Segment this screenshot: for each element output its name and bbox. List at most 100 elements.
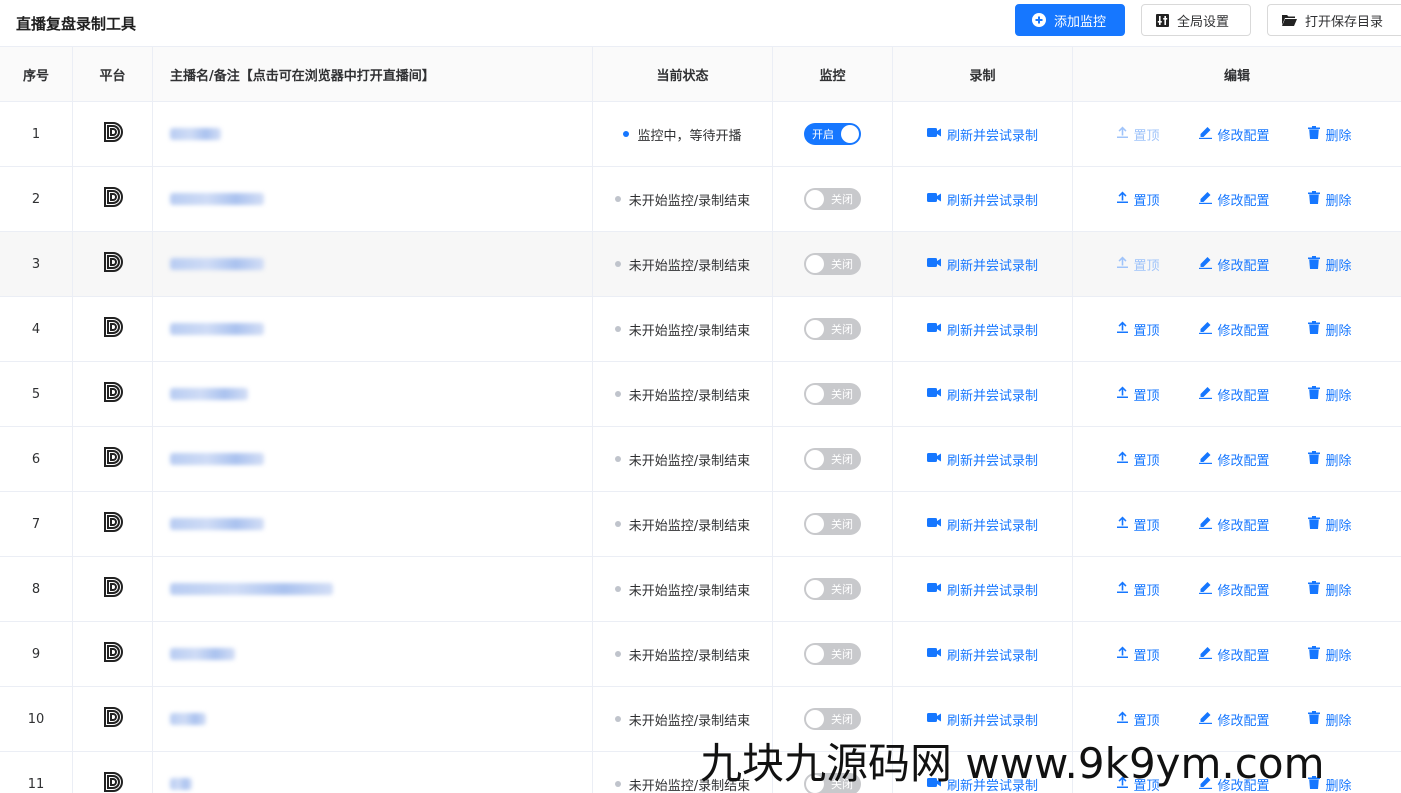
monitor-toggle[interactable]: 开启 xyxy=(804,123,861,145)
streamer-name-redacted[interactable] xyxy=(170,453,264,465)
pin-top-button[interactable]: 置顶 xyxy=(1116,515,1199,534)
edit-config-button[interactable]: 修改配置 xyxy=(1198,645,1308,664)
edit-config-button[interactable]: 修改配置 xyxy=(1198,190,1308,209)
edit-config-button[interactable]: 修改配置 xyxy=(1198,515,1308,534)
pencil-icon xyxy=(1198,711,1212,728)
open-save-dir-button[interactable]: 打开保存目录 xyxy=(1267,4,1401,36)
delete-button[interactable]: 删除 xyxy=(1307,125,1358,144)
refresh-record-button[interactable]: 刷新并尝试录制 xyxy=(926,645,1038,664)
monitor-toggle[interactable]: 关闭 xyxy=(804,318,861,340)
watermark: 九块九源码网 www.9k9ym.com xyxy=(700,739,1325,788)
delete-button[interactable]: 删除 xyxy=(1307,580,1358,599)
pin-top-button[interactable]: 置顶 xyxy=(1116,450,1199,469)
monitor-toggle[interactable]: 关闭 xyxy=(804,513,861,535)
streamer-name-cell[interactable] xyxy=(153,102,593,166)
status-cell: 未开始监控/录制结束 xyxy=(593,297,773,361)
row-index: 9 xyxy=(0,622,73,686)
video-camera-icon xyxy=(926,387,941,402)
video-camera-icon xyxy=(926,452,941,467)
streamer-name-cell[interactable] xyxy=(153,557,593,621)
global-settings-button[interactable]: 全局设置 xyxy=(1141,4,1251,36)
edit-config-button[interactable]: 修改配置 xyxy=(1198,255,1308,274)
platform-cell xyxy=(73,622,153,686)
edit-config-button[interactable]: 修改配置 xyxy=(1198,710,1308,729)
delete-button[interactable]: 删除 xyxy=(1307,255,1358,274)
pin-top-button[interactable]: 置顶 xyxy=(1116,710,1199,729)
pin-top-button[interactable]: 置顶 xyxy=(1116,255,1199,274)
streamer-name-redacted[interactable] xyxy=(170,518,264,530)
refresh-record-button[interactable]: 刷新并尝试录制 xyxy=(926,320,1038,339)
streamer-name-cell[interactable] xyxy=(153,427,593,491)
pin-top-button[interactable]: 置顶 xyxy=(1116,125,1199,144)
status-dot-icon xyxy=(614,781,621,787)
platform-cell xyxy=(73,557,153,621)
edit-config-button[interactable]: 修改配置 xyxy=(1198,450,1308,469)
streamer-name-cell[interactable] xyxy=(153,752,593,793)
edit-config-label: 修改配置 xyxy=(1217,453,1270,469)
delete-button[interactable]: 删除 xyxy=(1307,385,1358,404)
streamer-name-redacted[interactable] xyxy=(170,713,206,725)
edit-config-button[interactable]: 修改配置 xyxy=(1198,385,1308,404)
refresh-record-button[interactable]: 刷新并尝试录制 xyxy=(926,450,1038,469)
streamer-name-redacted[interactable] xyxy=(170,128,221,140)
refresh-record-button[interactable]: 刷新并尝试录制 xyxy=(926,385,1038,404)
streamer-name-cell[interactable] xyxy=(153,622,593,686)
monitor-toggle[interactable]: 关闭 xyxy=(804,188,861,210)
add-monitor-button[interactable]: 添加监控 xyxy=(1015,4,1125,36)
pin-top-button[interactable]: 置顶 xyxy=(1116,580,1199,599)
refresh-record-button[interactable]: 刷新并尝试录制 xyxy=(926,515,1038,534)
refresh-record-button[interactable]: 刷新并尝试录制 xyxy=(926,255,1038,274)
douyin-logo-icon xyxy=(102,381,124,407)
delete-button[interactable]: 删除 xyxy=(1307,645,1358,664)
status-dot-icon xyxy=(614,716,621,722)
streamer-name-redacted[interactable] xyxy=(170,193,264,205)
status-cell: 未开始监控/录制结束 xyxy=(593,232,773,296)
edit-config-button[interactable]: 修改配置 xyxy=(1198,125,1308,144)
monitor-toggle[interactable]: 关闭 xyxy=(804,708,861,730)
pin-top-button[interactable]: 置顶 xyxy=(1116,385,1199,404)
refresh-record-button[interactable]: 刷新并尝试录制 xyxy=(926,710,1038,729)
monitor-toggle[interactable]: 关闭 xyxy=(804,448,861,470)
monitor-cell: 关闭 xyxy=(773,297,893,361)
delete-button[interactable]: 删除 xyxy=(1307,710,1358,729)
delete-button[interactable]: 删除 xyxy=(1307,320,1358,339)
monitor-toggle[interactable]: 关闭 xyxy=(804,643,861,665)
pin-top-button[interactable]: 置顶 xyxy=(1116,190,1199,209)
streamer-name-cell[interactable] xyxy=(153,167,593,231)
delete-button[interactable]: 删除 xyxy=(1307,515,1358,534)
monitor-toggle[interactable]: 关闭 xyxy=(804,383,861,405)
status-dot-icon xyxy=(614,521,621,527)
streamer-name-cell[interactable] xyxy=(153,492,593,556)
streamer-name-cell[interactable] xyxy=(153,297,593,361)
status-cell: 未开始监控/录制结束 xyxy=(593,362,773,426)
refresh-record-button[interactable]: 刷新并尝试录制 xyxy=(926,125,1038,144)
streamer-name-redacted[interactable] xyxy=(170,583,333,595)
streamer-name-redacted[interactable] xyxy=(170,388,248,400)
edit-config-button[interactable]: 修改配置 xyxy=(1198,320,1308,339)
trash-icon xyxy=(1307,320,1320,338)
monitor-toggle[interactable]: 关闭 xyxy=(804,253,861,275)
row-index: 3 xyxy=(0,232,73,296)
pin-top-label: 置顶 xyxy=(1133,193,1160,209)
edit-config-button[interactable]: 修改配置 xyxy=(1198,580,1308,599)
streamer-name-cell[interactable] xyxy=(153,687,593,751)
status-text: 未开始监控/录制结束 xyxy=(628,713,751,729)
record-cell: 刷新并尝试录制 xyxy=(893,362,1073,426)
monitor-toggle[interactable]: 关闭 xyxy=(804,578,861,600)
row-index: 1 xyxy=(0,102,73,166)
refresh-record-button[interactable]: 刷新并尝试录制 xyxy=(926,190,1038,209)
video-camera-icon xyxy=(926,257,941,272)
edit-config-label: 修改配置 xyxy=(1217,258,1270,274)
streamer-name-cell[interactable] xyxy=(153,362,593,426)
streamer-name-redacted[interactable] xyxy=(170,778,192,790)
table-row: 4 未开始监控/录制结束 关闭 刷新并尝试录制 置顶 修改配置 删除 xyxy=(0,297,1401,362)
refresh-record-button[interactable]: 刷新并尝试录制 xyxy=(926,580,1038,599)
streamer-name-redacted[interactable] xyxy=(170,648,235,660)
streamer-name-cell[interactable] xyxy=(153,232,593,296)
streamer-name-redacted[interactable] xyxy=(170,323,264,335)
streamer-name-redacted[interactable] xyxy=(170,258,264,270)
delete-button[interactable]: 删除 xyxy=(1307,450,1358,469)
pin-top-button[interactable]: 置顶 xyxy=(1116,320,1199,339)
pin-top-button[interactable]: 置顶 xyxy=(1116,645,1199,664)
delete-button[interactable]: 删除 xyxy=(1307,190,1358,209)
